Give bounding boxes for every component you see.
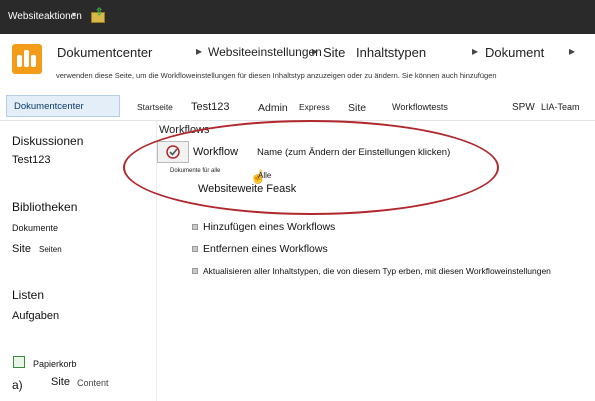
- nav-link-site[interactable]: Site: [348, 102, 366, 114]
- navigate-up-arrow-icon: ⇧: [95, 7, 104, 18]
- ql-heading-bibliotheken[interactable]: Bibliotheken: [12, 200, 77, 214]
- breadcrumb-dokumentcenter[interactable]: Dokumentcenter: [57, 45, 152, 60]
- ql-heading-listen[interactable]: Listen: [12, 288, 44, 302]
- site-logo-icon[interactable]: [12, 44, 42, 74]
- site-actions-menu[interactable]: Websiteaktionen: [8, 11, 82, 22]
- ql-site-content-prefix: a): [12, 378, 23, 392]
- breadcrumb-dokument[interactable]: Dokument: [485, 45, 544, 60]
- nav-link-spw[interactable]: SPW: [512, 102, 535, 113]
- breadcrumb-inhaltstypen[interactable]: Inhaltstypen: [356, 45, 426, 60]
- nav-link-workflowtests[interactable]: Workflowtests: [392, 102, 448, 112]
- title-area: [0, 34, 595, 92]
- breadcrumb-separator-icon: ▸: [569, 44, 576, 58]
- page-description: verwenden diese Seite, um die Workflowei…: [56, 71, 497, 80]
- nav-link-express[interactable]: Express: [299, 102, 330, 112]
- update-content-types-link[interactable]: Aktualisieren aller Inhaltstypen, die vo…: [203, 266, 551, 276]
- ql-item-seiten[interactable]: Seiten: [39, 245, 62, 254]
- breadcrumb-websiteeinstellungen[interactable]: Websiteeinstellungen: [208, 45, 322, 59]
- nav-link-admin[interactable]: Admin: [258, 102, 288, 114]
- highlight-oval: [123, 120, 499, 215]
- nav-tab-label: Dokumentcenter: [14, 101, 84, 112]
- site-logo-figure-icon: [17, 55, 22, 67]
- nav-link-lia-team[interactable]: LIA-Team: [541, 102, 580, 112]
- nav-link-test123[interactable]: Test123: [191, 101, 230, 113]
- ql-item-aufgaben[interactable]: Aufgaben: [12, 310, 59, 322]
- site-logo-figure-icon: [24, 50, 29, 67]
- nav-link-startseite[interactable]: Startseite: [137, 102, 173, 112]
- add-workflow-link[interactable]: Hinzufügen eines Workflows: [203, 221, 335, 233]
- breadcrumb-site[interactable]: Site: [323, 45, 345, 60]
- recycle-bin-icon: [13, 356, 25, 368]
- breadcrumb-separator-icon: ▸: [472, 44, 479, 58]
- remove-workflow-link[interactable]: Entfernen eines Workflows: [203, 243, 328, 255]
- breadcrumb-separator-icon: ▸: [312, 44, 319, 58]
- nav-tab-dokumentcenter[interactable]: Dokumentcenter: [6, 95, 120, 117]
- ql-item-site[interactable]: Site: [12, 243, 31, 255]
- site-logo-figure-icon: [31, 55, 36, 67]
- breadcrumb-separator-icon: ▸: [196, 44, 203, 58]
- ribbon-topbar: Websiteaktionen ▾ ⇧: [0, 0, 595, 34]
- site-actions-caret-icon[interactable]: ▾: [72, 10, 76, 19]
- ql-heading-diskussionen[interactable]: Diskussionen: [12, 134, 83, 148]
- bullet-icon: [192, 268, 198, 274]
- ql-item-test123[interactable]: Test123: [12, 154, 51, 166]
- ql-item-dokumente[interactable]: Dokumente: [12, 223, 58, 233]
- ql-item-site-content-content[interactable]: Content: [77, 378, 109, 388]
- bullet-icon: [192, 246, 198, 252]
- bullet-icon: [192, 224, 198, 230]
- ql-item-site-content-site[interactable]: Site: [51, 376, 70, 388]
- ql-item-papierkorb[interactable]: Papierkorb: [33, 359, 77, 369]
